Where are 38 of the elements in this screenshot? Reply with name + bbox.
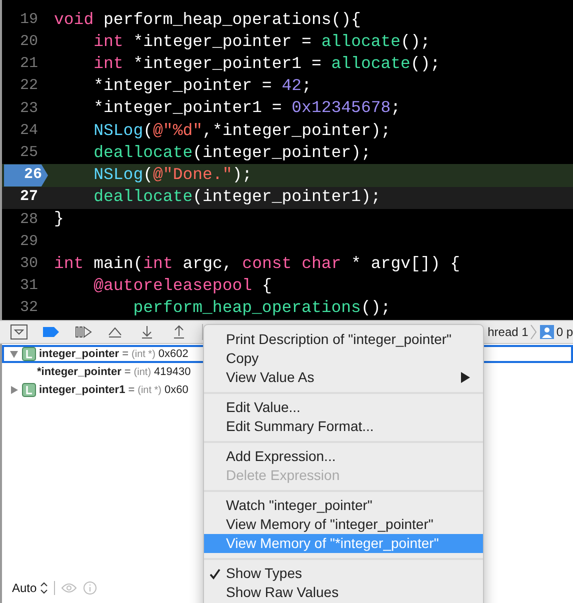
code-line: NSLog(@"%d",*integer_pointer); (92, 120, 391, 142)
line-number: 32 (20, 298, 39, 318)
code-line: int *integer_pointer1 = allocate(); (92, 53, 440, 76)
line-number: 21 (20, 54, 39, 74)
variable-type: (int *) (132, 348, 156, 362)
code-line: perform_heap_operations(); (132, 297, 391, 320)
variable-value: 0x60 (164, 382, 188, 398)
line-number: 27 (20, 187, 39, 208)
line-number: 20 (20, 32, 39, 52)
line-number: 24 (20, 120, 39, 141)
code-line: NSLog(@"Done."); (92, 164, 252, 186)
code-line: deallocate(integer_pointer); (92, 142, 371, 164)
code-line: *integer_pointer1 = 0x12345678; (92, 97, 401, 120)
code-line: int *integer_pointer = allocate(); (92, 30, 430, 53)
variable-value: 419430 (154, 364, 191, 380)
line-number: 30 (20, 254, 39, 274)
line-number: 31 (20, 276, 39, 296)
variable-name: *integer_pointer (37, 364, 122, 380)
code-line: *integer_pointer = 42; (92, 75, 312, 98)
line-number: 25 (20, 142, 39, 163)
line-number: 23 (20, 98, 39, 119)
code-line: int main(int argc, const char * argv[]) { (53, 252, 460, 275)
equals-sign: = (128, 382, 135, 398)
code-line: } (53, 208, 64, 230)
variable-value: 0x602 (158, 346, 188, 362)
line-number: 28 (20, 210, 39, 230)
equals-sign: = (124, 364, 131, 380)
code-line: void perform_heap_operations(){ (53, 8, 361, 31)
code-line: @autoreleasepool { (92, 274, 272, 297)
variable-type: (int *) (138, 384, 162, 398)
variable-type: (int) (134, 366, 152, 380)
line-number: 29 (20, 232, 39, 252)
line-number: 19 (20, 10, 39, 30)
variable-name: integer_pointer (39, 346, 120, 362)
variable-name: integer_pointer1 (39, 382, 126, 398)
line-number: 22 (20, 76, 39, 96)
equals-sign: = (122, 346, 129, 362)
code-line: deallocate(integer_pointer1); (92, 186, 381, 208)
